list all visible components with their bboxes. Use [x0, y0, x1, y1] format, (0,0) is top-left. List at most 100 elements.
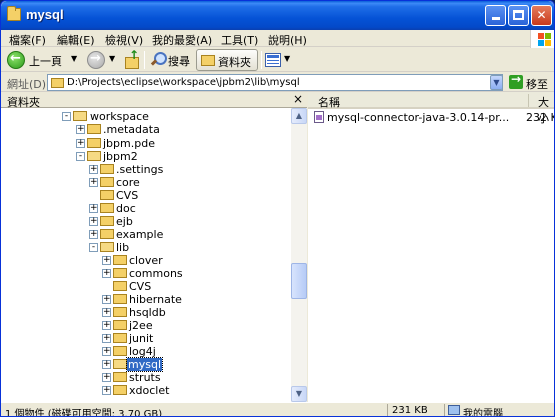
folder-icon [7, 6, 21, 21]
tree-item[interactable]: + j2ee [1, 319, 291, 332]
toolbar: 上一頁 ▼ ▼ 搜尋 資料夾 ▼ [1, 48, 554, 72]
scroll-up-icon[interactable]: ▲ [291, 108, 307, 124]
tree-item[interactable]: - lib [1, 241, 291, 254]
folder-icon [113, 372, 127, 382]
logo-red [538, 33, 544, 39]
tree-item[interactable]: + commons [1, 267, 291, 280]
expander-icon[interactable]: - [62, 112, 71, 121]
forward-arrow-icon[interactable] [87, 51, 105, 69]
tree-item[interactable]: + log4j [1, 345, 291, 358]
expander-icon[interactable]: + [89, 230, 98, 239]
menu-bar: 檔案(F) 編輯(E) 檢視(V) 我的最愛(A) 工具(T) 說明(H) [1, 30, 554, 47]
folders-button[interactable]: 資料夾 [196, 49, 258, 71]
file-name: mysql-connector-java-3.0.14-pr... [327, 111, 510, 124]
maximize-button[interactable] [508, 5, 529, 26]
up-folder-icon[interactable] [123, 48, 139, 69]
tree-item[interactable]: + junit [1, 332, 291, 345]
address-input[interactable]: D:\Projects\eclipse\workspace\jpbm2\lib\… [47, 74, 503, 91]
expander-icon[interactable]: + [102, 360, 111, 369]
expander-icon[interactable]: + [76, 139, 85, 148]
logo-blue [538, 40, 544, 46]
expander-icon[interactable]: + [102, 321, 111, 330]
scroll-down-icon[interactable]: ▼ [291, 386, 307, 402]
folder-tree-scrollbar[interactable]: ▲ ▼ [291, 108, 307, 402]
menu-tools[interactable]: 工具(T) [221, 32, 258, 48]
address-dropdown-icon[interactable]: ▼ [490, 75, 503, 90]
folder-icon [113, 385, 127, 395]
expander-icon[interactable]: + [102, 256, 111, 265]
expander-icon[interactable]: + [89, 165, 98, 174]
expander-icon[interactable]: + [102, 295, 111, 304]
expander-icon[interactable]: - [76, 152, 85, 161]
tree-item[interactable]: CVS [1, 280, 291, 293]
folder-open-icon [113, 359, 127, 369]
tree-item[interactable]: + clover [1, 254, 291, 267]
expander-icon[interactable]: + [102, 334, 111, 343]
column-divider[interactable] [528, 94, 529, 107]
close-icon[interactable]: × [293, 92, 303, 106]
tree-item-label: doc [116, 202, 136, 215]
logo-yellow [545, 40, 551, 46]
tree-item-selected[interactable]: + mysql [1, 357, 291, 372]
tree-item[interactable]: + struts [1, 371, 291, 384]
toolbar-separator [144, 51, 145, 69]
tree-item[interactable]: + ejb [1, 215, 291, 228]
title-bar[interactable]: mysql ✕ [1, 1, 554, 30]
tree-item[interactable]: + xdoclet [1, 384, 291, 397]
tree-item[interactable]: - jbpm2 [1, 150, 291, 163]
tree-item[interactable]: + doc [1, 202, 291, 215]
tree-item[interactable]: CVS [1, 189, 291, 202]
tree-item-label: CVS [129, 280, 152, 293]
expander-icon[interactable]: + [102, 269, 111, 278]
folder-icon [100, 216, 114, 226]
expander-icon[interactable]: - [89, 243, 98, 252]
status-objects: 1 個物件 (磁碟可用空間: 3.70 GB) [5, 409, 163, 417]
tree-item[interactable]: + hsqldb [1, 306, 291, 319]
search-icon[interactable] [149, 51, 167, 68]
expander-icon[interactable]: + [102, 373, 111, 382]
forward-dropdown-icon[interactable]: ▼ [109, 54, 115, 63]
expander-icon[interactable]: + [89, 217, 98, 226]
menu-edit[interactable]: 編輯(E) [57, 32, 95, 48]
tree-item[interactable]: + .settings [1, 163, 291, 176]
menu-view[interactable]: 檢視(V) [105, 32, 143, 48]
tree-item[interactable]: + example [1, 228, 291, 241]
back-dropdown-icon[interactable]: ▼ [71, 54, 77, 63]
status-bar: 1 個物件 (磁碟可用空間: 3.70 GB) 231 KB 我的電腦 [1, 402, 554, 417]
go-button[interactable]: 移至 [526, 76, 548, 92]
back-button[interactable]: 上一頁 [29, 53, 62, 69]
tree-item[interactable]: + hibernate [1, 293, 291, 306]
minimize-button[interactable] [485, 5, 506, 26]
folder-icon [100, 164, 114, 174]
expander-icon[interactable]: + [102, 308, 111, 317]
close-button[interactable]: ✕ [531, 5, 552, 26]
tree-item[interactable]: + core [1, 176, 291, 189]
expander-icon[interactable]: + [102, 386, 111, 395]
column-header-name[interactable]: 名稱 [318, 94, 340, 110]
logo-green [545, 33, 551, 39]
menu-file[interactable]: 檔案(F) [9, 32, 46, 48]
minimize-icon [491, 17, 500, 20]
status-size: 231 KB [392, 405, 428, 416]
expander-icon[interactable]: + [76, 125, 85, 134]
expander-icon[interactable]: + [89, 178, 98, 187]
menu-favorites[interactable]: 我的最愛(A) [152, 32, 212, 48]
expander-icon[interactable]: + [89, 204, 98, 213]
tree-item[interactable]: - workspace [1, 110, 291, 123]
search-button[interactable]: 搜尋 [168, 53, 190, 69]
views-icon[interactable] [265, 53, 281, 67]
toolbar-separator [261, 51, 262, 69]
file-size: 232 K [526, 111, 555, 124]
back-arrow-icon[interactable] [7, 51, 25, 69]
folder-icon [113, 333, 127, 343]
tree-item-label: ejb [116, 215, 133, 228]
menu-help[interactable]: 說明(H) [268, 32, 307, 48]
scroll-thumb[interactable] [291, 263, 307, 299]
file-row[interactable]: mysql-connector-java-3.0.14-pr... 232 K [312, 111, 554, 124]
tree-item[interactable]: + .metadata [1, 123, 291, 136]
tree-item[interactable]: + jbpm.pde [1, 137, 291, 150]
expander-icon[interactable]: + [102, 347, 111, 356]
views-dropdown-icon[interactable]: ▼ [284, 54, 290, 63]
go-arrow-icon[interactable] [509, 72, 523, 89]
tree-item-label: clover [129, 254, 163, 267]
